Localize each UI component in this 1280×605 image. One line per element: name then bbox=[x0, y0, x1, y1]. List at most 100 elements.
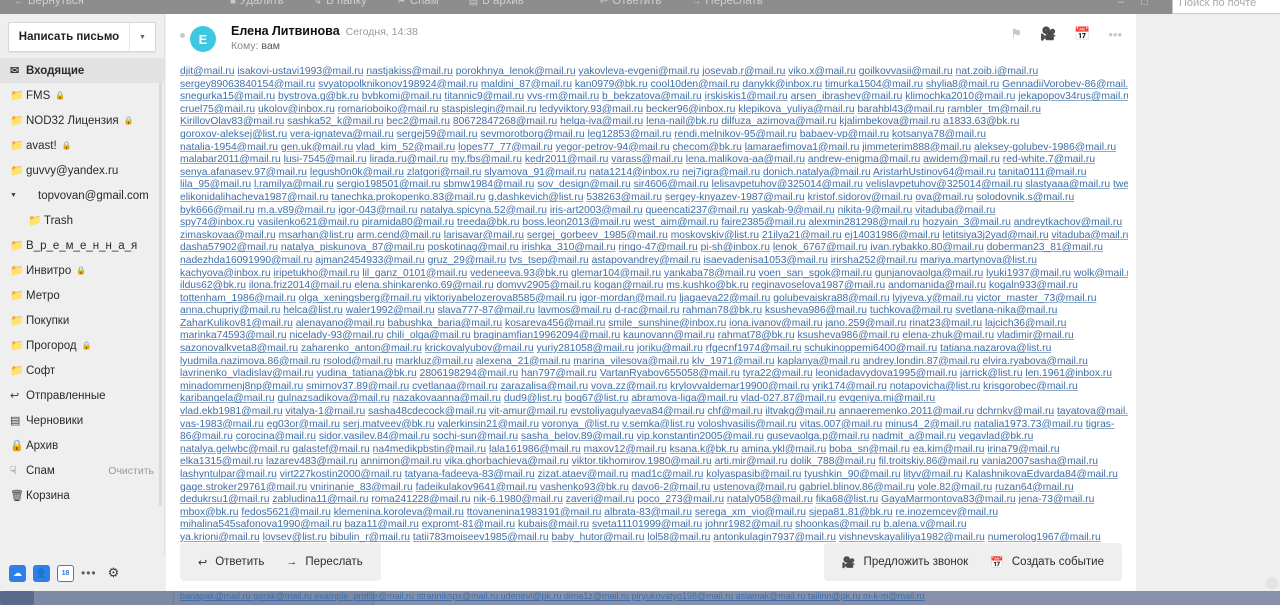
email-link[interactable]: helga-iva@mail.ru bbox=[560, 116, 643, 127]
email-link[interactable]: goilkovvasii@mail.ru bbox=[859, 66, 953, 77]
email-link[interactable]: len.1961@inbox.ru bbox=[1025, 368, 1112, 379]
email-link[interactable]: expromt-81@mail.ru bbox=[422, 519, 515, 530]
email-link[interactable]: cool10den@mail.ru bbox=[651, 79, 740, 90]
calendar-icon[interactable]: 18 bbox=[57, 564, 74, 582]
taskbar-item[interactable] bbox=[34, 591, 174, 605]
toolbar-button-5[interactable]: ↩ Ответить bbox=[600, 0, 662, 7]
more-icon[interactable]: ••• bbox=[81, 566, 97, 580]
email-link[interactable]: slastyaaa@mail.ru bbox=[1025, 179, 1110, 190]
email-link[interactable]: tyra22@mail.ru bbox=[743, 368, 813, 379]
email-link[interactable]: lovsev@list.ru bbox=[263, 532, 327, 543]
email-link[interactable]: shoonkas@mail.ru bbox=[795, 519, 880, 530]
email-link[interactable]: yegor-petrov-94@mail.ru bbox=[556, 142, 670, 153]
email-link[interactable]: g.dashkevich@list.ru bbox=[488, 192, 583, 203]
email-link[interactable]: v.semka@list.ru bbox=[622, 419, 695, 430]
email-link[interactable]: viktor.tikhomirov.1980@mail.ru bbox=[572, 456, 712, 467]
email-link[interactable]: vania2007sasha@mail.ru bbox=[982, 456, 1098, 467]
email-link[interactable]: leg12853@mail.ru bbox=[588, 129, 672, 140]
email-link[interactable]: tuchkova@mail.ru bbox=[870, 305, 953, 316]
calendar-icon[interactable]: 📅 bbox=[1074, 26, 1090, 42]
email-link[interactable]: my.fbs@mail.ru bbox=[451, 154, 522, 165]
email-link[interactable]: na4medikpbstin@mail.ru bbox=[373, 444, 486, 455]
email-link[interactable]: boss.leon2013@mail.ru bbox=[522, 217, 630, 228]
email-link[interactable]: fika68@list.ru bbox=[816, 494, 879, 505]
email-link[interactable]: sergey89063840154@mail.ru bbox=[180, 79, 315, 90]
email-link[interactable]: 86@mail.ru bbox=[180, 431, 233, 442]
email-link[interactable]: baby_hutor@mail.ru bbox=[552, 532, 645, 543]
email-link[interactable]: lol58@mail.ru bbox=[647, 532, 710, 543]
sidebar-item-6[interactable]: 📁 Trash bbox=[0, 208, 164, 233]
email-link[interactable]: gabriel.blinov.86@mail.ru bbox=[799, 482, 915, 493]
email-link[interactable]: viktoriyabelozerova8585@mail.ru bbox=[424, 293, 576, 304]
email-link[interactable]: awidem@mail.ru bbox=[923, 154, 1000, 165]
email-link[interactable]: b.alena.v@mail.ru bbox=[883, 519, 966, 530]
email-link[interactable]: nik-6.1980@mail.ru bbox=[473, 494, 562, 505]
email-link[interactable]: kogaln933@mail.ru bbox=[989, 280, 1078, 291]
email-link[interactable]: sevmorotborg@mail.ru bbox=[480, 129, 584, 140]
email-link[interactable]: vitaduba@mail.ru bbox=[915, 205, 995, 216]
email-link[interactable]: vashenko93@bk.ru bbox=[540, 482, 629, 493]
email-link[interactable]: nata1214@inbox.ru bbox=[589, 167, 679, 178]
email-link[interactable]: sov_design@mail.ru bbox=[537, 179, 630, 190]
email-link[interactable]: KirillovOlav83@mail.ru bbox=[180, 116, 284, 127]
email-link[interactable]: 2806198294@mail.ru bbox=[420, 368, 519, 379]
email-link[interactable]: moskovskiv@list.ru bbox=[671, 230, 759, 241]
email-link[interactable]: nadezhda16091990@mail.ru bbox=[180, 255, 312, 266]
email-link[interactable]: rinat23@mail.ru bbox=[909, 318, 982, 329]
video-call-icon[interactable]: 🎥 bbox=[1040, 26, 1056, 42]
email-link[interactable]: solodovnik.s@mail.ru bbox=[976, 192, 1074, 203]
more-options-icon[interactable]: ••• bbox=[1108, 27, 1122, 42]
email-link[interactable]: gage.stroker29761@mail.ru bbox=[180, 482, 307, 493]
email-link[interactable]: piramida80@mail.ru bbox=[362, 217, 454, 228]
email-link[interactable]: lala161986@mail.ru bbox=[489, 444, 581, 455]
email-link[interactable]: timurka1504@mail.ru bbox=[825, 79, 923, 90]
email-link[interactable]: west_aim@mail.ru bbox=[634, 217, 719, 228]
email-link[interactable]: natalia-1954@mail.ru bbox=[180, 142, 278, 153]
email-link[interactable]: mihalina545safonova1990@mail.ru bbox=[180, 519, 342, 530]
email-link[interactable]: vitalya-1@mail.ru bbox=[285, 406, 365, 417]
email-link[interactable]: natalya.spicyna.52@mail.ru bbox=[420, 205, 547, 216]
sidebar-item-0[interactable]: ✉ Входящие bbox=[0, 58, 164, 83]
email-link[interactable]: krylovvaldemar19900@mail.ru bbox=[670, 381, 809, 392]
email-link[interactable]: numerolog1967@mail.ru bbox=[988, 532, 1101, 543]
email-link[interactable]: vit-amur@mail.ru bbox=[489, 406, 568, 417]
email-link[interactable]: irirsha252@mail.ru bbox=[831, 255, 918, 266]
email-link[interactable]: klemenina.koroleva@mail.ru bbox=[334, 507, 464, 518]
email-link[interactable]: ivan.rybakko.80@mail.ru bbox=[870, 242, 983, 253]
email-link[interactable]: dilfuza_azimova@mail.ru bbox=[721, 116, 836, 127]
email-link[interactable]: golubevaiskra88@mail.ru bbox=[773, 293, 889, 304]
email-link[interactable]: ttovanenina1983191@mail.ru bbox=[467, 507, 602, 518]
footer-button-0[interactable]: ↩ Ответить bbox=[198, 556, 264, 569]
email-link[interactable]: ildus62@bk.ru bbox=[180, 280, 246, 291]
email-link[interactable]: rfgecnf1974@mail.ru bbox=[706, 343, 802, 354]
email-link[interactable]: lazarev483@mail.ru bbox=[266, 456, 358, 467]
email-link[interactable]: vitas.007@mail.ru bbox=[800, 419, 883, 430]
sidebar-item-4[interactable]: 📁 guvvy@yandex.ru bbox=[0, 158, 164, 183]
toolbar-button-3[interactable]: ⚑ Спам bbox=[397, 0, 439, 7]
email-link[interactable]: snegurka15@mail.ru bbox=[180, 91, 275, 102]
email-link[interactable]: amina.ykl@mail.ru bbox=[741, 444, 826, 455]
email-link[interactable]: yrik174@mail.ru bbox=[812, 381, 887, 392]
email-link[interactable]: poco_273@mail.ru bbox=[637, 494, 724, 505]
email-link[interactable]: kogan@mail.ru bbox=[594, 280, 663, 291]
email-link[interactable]: 538263@mail.ru bbox=[586, 192, 662, 203]
toolbar-button-1[interactable]: ■ Удалить bbox=[230, 0, 284, 7]
email-link[interactable]: vitaduba@mail.ru bbox=[1051, 230, 1128, 241]
email-link[interactable]: shylia8@mail.ru bbox=[926, 79, 999, 90]
toolbar-button-2[interactable]: ↳ В папку bbox=[314, 0, 367, 7]
flag-icon[interactable]: ⚑ bbox=[1010, 26, 1022, 42]
email-link[interactable]: igor-mordan@mail.ru bbox=[579, 293, 676, 304]
email-link[interactable]: yuriy281058@mail.ru bbox=[537, 343, 634, 354]
email-link[interactable]: elvira.ryabova@mail.ru bbox=[982, 356, 1087, 367]
email-link[interactable]: smile_sunshine@inbox.ru bbox=[608, 318, 726, 329]
email-link[interactable]: yankaba78@mail.ru bbox=[664, 268, 756, 279]
email-link[interactable]: kan0979@bk.ru bbox=[575, 79, 648, 90]
email-link[interactable]: ustenova@mail.ru bbox=[713, 482, 796, 493]
email-link[interactable]: slyamova_91@mail.ru bbox=[484, 167, 586, 178]
email-link[interactable]: ZaharKulikov81@mail.ru bbox=[180, 318, 293, 329]
email-link[interactable]: alexena_21@mail.ru bbox=[476, 356, 571, 367]
email-link[interactable]: kristof.sidorov@mail.ru bbox=[808, 192, 913, 203]
toolbar-button-0[interactable]: ← Вернуться bbox=[14, 0, 84, 7]
email-link[interactable]: kubais@mail.ru bbox=[518, 519, 589, 530]
compose-dropdown-caret-icon[interactable]: ▼ bbox=[129, 23, 155, 51]
